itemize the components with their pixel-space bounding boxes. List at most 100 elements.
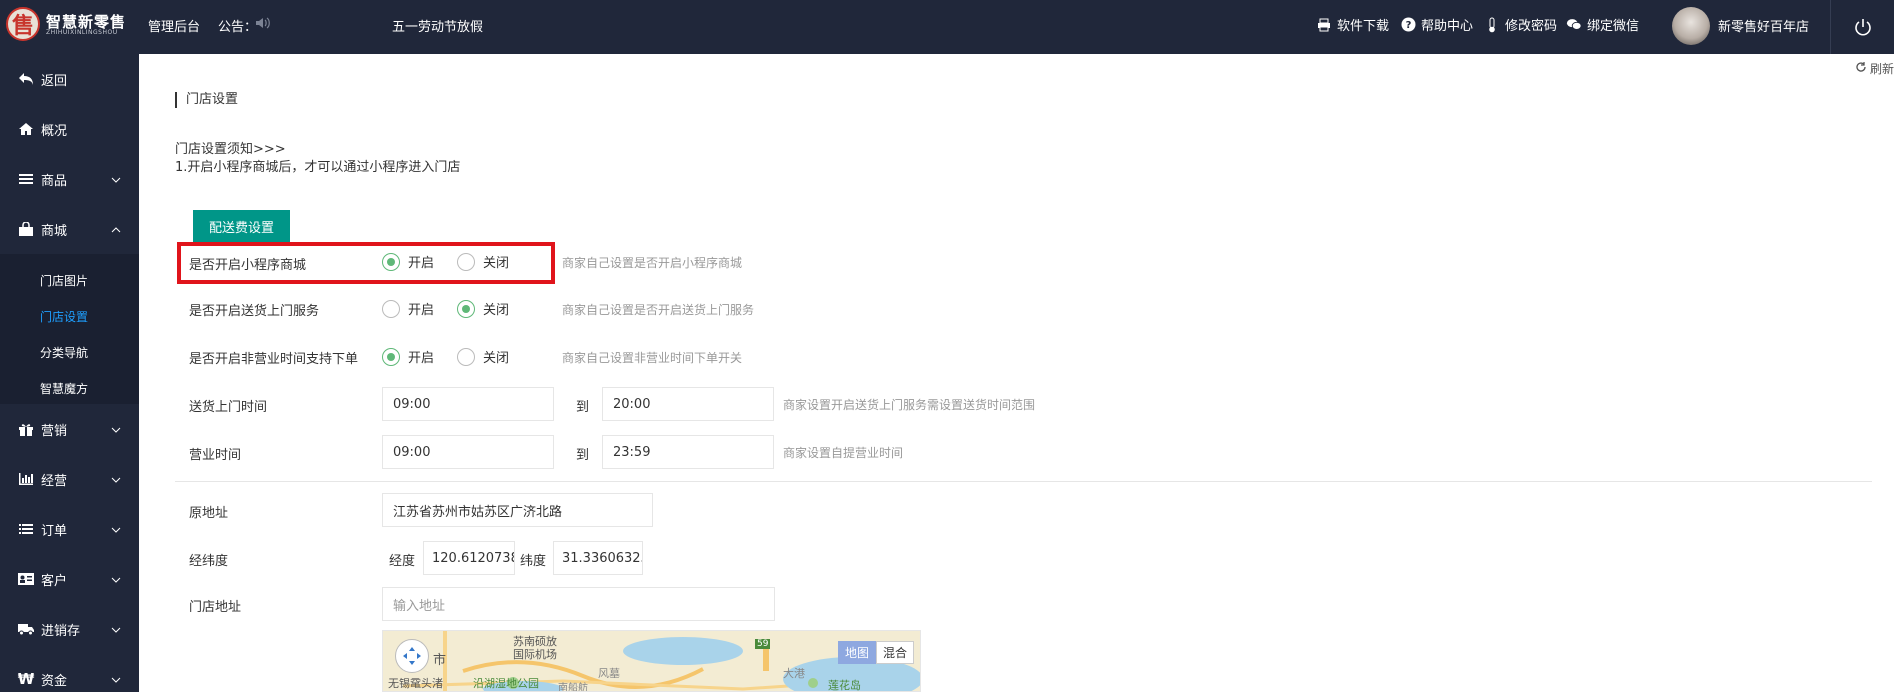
shop-bag-icon <box>16 221 36 237</box>
svg-text:?: ? <box>1405 20 1411 31</box>
sidebar-item-marketing[interactable]: 营销 <box>0 404 139 454</box>
bind-wechat-label: 绑定微信 <box>1587 19 1640 34</box>
sidebar-item-label: 经营 <box>41 473 68 489</box>
radio-circle <box>382 347 400 366</box>
door-service-radio-on[interactable]: 开启 <box>382 299 434 318</box>
home-icon <box>16 122 36 136</box>
map-label: 风墓 <box>598 667 620 680</box>
original-address-field[interactable]: 江苏省苏州市姑苏区广济北路 <box>382 493 653 527</box>
map-type-switch: 地图 混合 <box>837 641 914 664</box>
delivery-time-hint: 商家设置开启送货上门服务需设置送货时间范围 <box>783 398 1036 412</box>
avatar[interactable] <box>1672 7 1710 45</box>
question-icon: ? <box>1400 17 1416 33</box>
sidebar-item-back[interactable]: 返回 <box>0 54 139 104</box>
sidebar-item-label: 商城 <box>41 223 68 239</box>
sidebar-item-label: 返回 <box>41 73 68 89</box>
order-list-icon <box>16 522 36 536</box>
off-hours-hint: 商家自己设置非营业时间下单开关 <box>562 351 743 365</box>
lat-input[interactable]: 31.33606325 <box>553 541 643 575</box>
store-address-label: 门店地址 <box>189 600 242 615</box>
tab-delivery-fee[interactable]: 配送费设置 <box>193 210 290 242</box>
map-pan-control[interactable] <box>395 639 429 673</box>
delivery-time-to-label: 到 <box>576 400 590 415</box>
refresh-label: 刷新 <box>1869 62 1894 76</box>
off-hours-label: 是否开启非营业时间支持下单 <box>189 352 359 367</box>
delivery-time-to-input[interactable]: 20:00 <box>602 387 774 421</box>
download-link[interactable]: 软件下载 <box>1316 15 1389 34</box>
sidebar-sub-store-settings[interactable]: 门店设置 <box>40 308 88 325</box>
door-service-label: 是否开启送货上门服务 <box>189 304 320 319</box>
list-icon <box>16 172 36 186</box>
map-label: 无锡鼋头渚 <box>388 677 443 690</box>
business-time-to-input[interactable]: 23:59 <box>602 435 774 469</box>
chevron-down-icon <box>111 622 121 637</box>
radio-circle <box>457 252 475 271</box>
business-time-from-input[interactable]: 09:00 <box>382 435 554 469</box>
sidebar-sub-category-nav[interactable]: 分类导航 <box>40 344 88 361</box>
door-service-radio-off[interactable]: 关闭 <box>457 299 509 318</box>
back-icon <box>16 72 36 86</box>
sidebar-sub-store-images[interactable]: 门店图片 <box>40 272 88 289</box>
printer-icon <box>1316 17 1332 33</box>
power-icon[interactable] <box>1830 0 1894 54</box>
mini-mall-hint: 商家自己设置是否开启小程序商城 <box>562 256 743 270</box>
sidebar-item-operation[interactable]: 经营 <box>0 454 139 504</box>
radio-label: 关闭 <box>483 351 510 366</box>
notice-title: 门店设置须知>>> <box>175 142 286 157</box>
help-link[interactable]: ? 帮助中心 <box>1400 15 1473 34</box>
app-logo[interactable]: 售 <box>6 7 40 41</box>
door-service-hint: 商家自己设置是否开启送货上门服务 <box>562 303 755 317</box>
business-time-hint: 商家设置自提营业时间 <box>783 446 904 460</box>
shop-name[interactable]: 新零售好百年店 <box>1718 16 1809 35</box>
admin-link[interactable]: 管理后台 <box>148 16 200 35</box>
sidebar-item-inventory[interactable]: 进销存 <box>0 604 139 654</box>
chevron-down-icon <box>111 572 121 587</box>
radio-label: 开启 <box>408 256 435 271</box>
bind-wechat-link[interactable]: 绑定微信 <box>1566 15 1639 34</box>
sidebar: 返回 概况 商品 商城 门店图片 门店设置 分类导航 智慧魔方 营销 经营 订单… <box>0 54 139 692</box>
sidebar-item-customers[interactable]: 客户 <box>0 554 139 604</box>
app-name-sub: ZHIHUIXINLINGSHOU <box>46 29 118 36</box>
map-label: 大港 <box>783 667 805 680</box>
coords-label: 经纬度 <box>189 554 229 569</box>
notice-text[interactable]: 五一劳动节放假 <box>392 16 483 35</box>
lat-label: 纬度 <box>520 554 547 569</box>
speaker-icon <box>255 16 271 34</box>
sidebar-item-goods[interactable]: 商品 <box>0 154 139 204</box>
sidebar-item-orders[interactable]: 订单 <box>0 504 139 554</box>
mini-mall-radio-off[interactable]: 关闭 <box>457 252 509 271</box>
off-hours-radio-on[interactable]: 开启 <box>382 347 434 366</box>
map-label: 沿湖湿地公园 <box>473 677 539 690</box>
refresh-button[interactable]: 刷新 <box>1855 60 1894 77</box>
chevron-down-icon <box>111 172 121 187</box>
radio-label: 关闭 <box>483 256 510 271</box>
map-type-map-button[interactable]: 地图 <box>837 641 876 664</box>
sidebar-sub-smart-cube[interactable]: 智慧魔方 <box>40 380 88 397</box>
lng-input[interactable]: 120.61207389 <box>423 541 515 575</box>
map-view[interactable]: 苏南硕放 国际机场 市 沿湖湿地公园 无锡鼋头渚 莲花岛 59 风墓 大港 南船… <box>382 630 921 692</box>
sidebar-submenu: 门店图片 门店设置 分类导航 智慧魔方 <box>0 254 139 404</box>
sidebar-item-mall[interactable]: 商城 <box>0 204 139 254</box>
lng-label: 经度 <box>389 554 416 569</box>
chevron-down-icon <box>111 522 121 537</box>
sidebar-item-overview[interactable]: 概况 <box>0 104 139 154</box>
page-title: 门店设置 <box>175 92 238 108</box>
mini-mall-label: 是否开启小程序商城 <box>189 258 307 273</box>
off-hours-radio-off[interactable]: 关闭 <box>457 347 509 366</box>
business-time-to-label: 到 <box>576 448 590 463</box>
sidebar-item-label: 订单 <box>41 523 68 539</box>
mini-mall-radio-on[interactable]: 开启 <box>382 252 434 271</box>
radio-circle <box>457 299 475 318</box>
map-label: 59 <box>755 639 771 649</box>
sidebar-item-funds[interactable]: ₩ 资金 <box>0 654 139 692</box>
delivery-time-from-input[interactable]: 09:00 <box>382 387 554 421</box>
chevron-down-icon <box>111 672 121 687</box>
store-address-input[interactable]: 输入地址 <box>382 587 775 621</box>
map-type-hybrid-button[interactable]: 混合 <box>875 641 914 664</box>
chevron-down-icon <box>111 472 121 487</box>
download-label: 软件下载 <box>1337 19 1390 34</box>
radio-label: 开启 <box>408 303 435 318</box>
change-password-link[interactable]: 修改密码 <box>1484 15 1557 34</box>
bar-chart-icon <box>16 472 36 486</box>
original-address-label: 原地址 <box>189 506 229 521</box>
